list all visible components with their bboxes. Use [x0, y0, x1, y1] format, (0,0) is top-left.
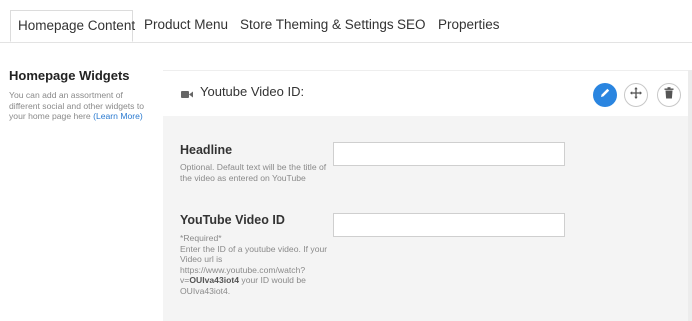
tab-homepage-content[interactable]: Homepage Content	[10, 10, 135, 42]
move-arrows-icon	[630, 86, 642, 104]
required-note: *Required*	[180, 233, 222, 243]
video-camera-icon	[181, 86, 193, 104]
pencil-icon	[599, 86, 611, 104]
tab-properties[interactable]: Properties	[438, 10, 500, 42]
edit-button[interactable]	[593, 83, 617, 107]
youtube-video-id-label: YouTube Video ID	[180, 213, 285, 227]
section-title: Homepage Widgets	[9, 68, 130, 83]
move-button[interactable]	[624, 83, 648, 107]
learn-more-link[interactable]: (Learn More)	[93, 111, 143, 121]
trash-icon	[664, 86, 674, 104]
headline-help-text: Optional. Default text will be the title…	[180, 162, 327, 183]
youtube-video-id-help: *Required* Enter the ID of a youtube vid…	[180, 233, 338, 296]
tab-seo[interactable]: SEO	[397, 10, 426, 42]
youtube-video-id-input[interactable]	[333, 213, 565, 237]
delete-button[interactable]	[657, 83, 681, 107]
tab-bar: Homepage Content Product Menu Store Them…	[0, 0, 692, 43]
widget-form: Headline Optional. Default text will be …	[163, 116, 692, 321]
widget-title: Youtube Video ID:	[200, 84, 305, 99]
scroll-edge	[688, 70, 692, 321]
tab-store-theming-settings[interactable]: Store Theming & Settings	[240, 10, 394, 42]
section-description: You can add an assortment of different s…	[9, 90, 151, 122]
widget-header: Youtube Video ID:	[163, 70, 692, 116]
headline-label: Headline	[180, 143, 233, 157]
example-id: OUIva43iot4	[189, 275, 240, 285]
tab-product-menu[interactable]: Product Menu	[144, 10, 228, 42]
headline-input[interactable]	[333, 142, 565, 166]
